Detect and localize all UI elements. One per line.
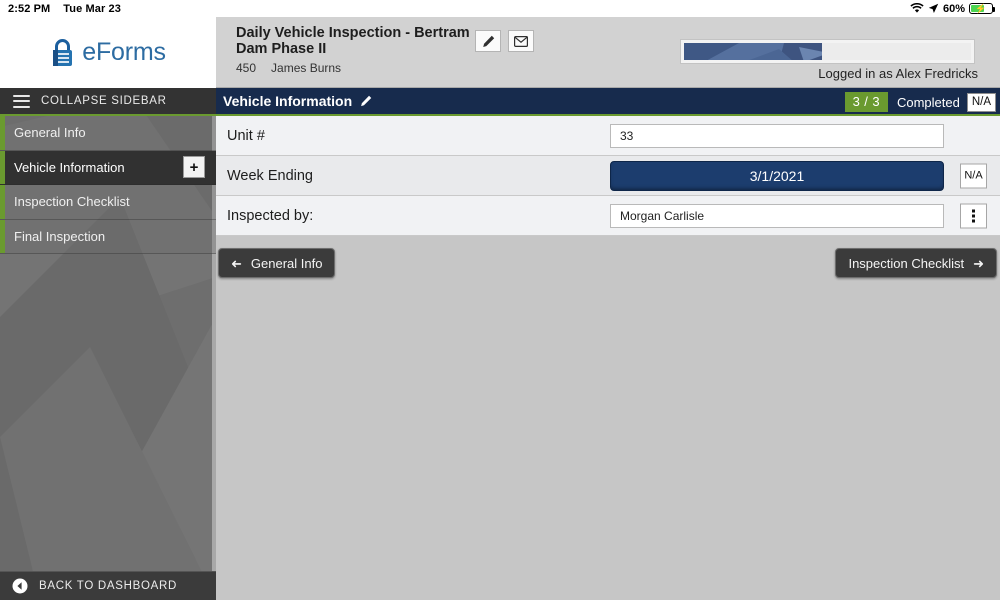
collapse-sidebar-button[interactable]: COLLAPSE SIDEBAR [0, 88, 216, 116]
field-label: Week Ending [227, 167, 313, 184]
sidebar: eForms COLLAPSE SIDEBAR General Info Veh… [0, 17, 216, 600]
week-ending-na-button[interactable]: N/A [960, 163, 987, 188]
field-label: Unit # [227, 127, 265, 144]
sidebar-item-inspection-checklist[interactable]: Inspection Checklist [0, 185, 216, 220]
wifi-icon [910, 2, 924, 14]
hamburger-icon [13, 94, 30, 108]
document-owner: James Burns [271, 61, 342, 75]
progress-fill-texture [684, 43, 822, 60]
inspected-by-input[interactable]: Morgan Carlisle [610, 203, 944, 228]
document-subtitle: 450 James Burns [236, 61, 341, 75]
sidebar-item-label: Vehicle Information [14, 159, 125, 175]
document-progress-bar [680, 39, 975, 64]
previous-section-button[interactable]: ➜ General Info [218, 248, 336, 278]
back-to-dashboard-label: BACK TO DASHBOARD [39, 580, 178, 592]
collapse-sidebar-label: COLLAPSE SIDEBAR [41, 95, 167, 107]
sidebar-item-label: Final Inspection [14, 228, 106, 244]
main-content: Daily Vehicle Inspection - Bertram Dam P… [216, 17, 1000, 600]
arrow-left-icon: ➜ [231, 255, 242, 271]
sidebar-item-final-inspection[interactable]: Final Inspection [0, 219, 216, 254]
section-header: Vehicle Information 3 / 3 Completed N/A [216, 88, 1000, 116]
sidebar-nav: General Info Vehicle Information + Inspe… [0, 116, 216, 254]
page-title: Daily Vehicle Inspection - Bertram Dam P… [236, 25, 470, 57]
edit-document-button[interactable] [475, 30, 501, 52]
next-section-button[interactable]: Inspection Checklist ➜ [835, 248, 997, 278]
email-document-button[interactable] [508, 30, 534, 52]
location-arrow-icon [928, 3, 939, 14]
document-header: Daily Vehicle Inspection - Bertram Dam P… [216, 17, 1000, 88]
sidebar-item-general-info[interactable]: General Info [0, 116, 216, 151]
battery-percent: 60% [942, 2, 965, 15]
form-row-unit-number: Unit # 33 [216, 116, 1000, 156]
pencil-icon [482, 35, 494, 47]
back-to-dashboard-button[interactable]: BACK TO DASHBOARD [0, 571, 216, 600]
section-title: Vehicle Information [223, 93, 353, 109]
progress-track [684, 43, 971, 60]
sidebar-item-vehicle-information[interactable]: Vehicle Information + [0, 150, 216, 185]
status-bar-left: 2:52 PM Tue Mar 23 [8, 0, 121, 17]
sidebar-item-label: General Info [14, 125, 86, 141]
back-circle-arrow-icon [12, 578, 28, 594]
pencil-icon[interactable] [360, 95, 372, 107]
next-section-label: Inspection Checklist [848, 255, 965, 271]
section-navigation: ➜ General Info Inspection Checklist ➜ [216, 236, 1000, 290]
document-number: 450 [236, 61, 257, 75]
progress-fill [684, 43, 822, 60]
form-row-inspected-by: Inspected by: Morgan Carlisle [216, 196, 1000, 236]
status-date: Tue Mar 23 [63, 2, 121, 15]
app-root: 2:52 PM Tue Mar 23 60% ⚡ eForms COLLAPSE… [0, 0, 1000, 600]
field-label: Inspected by: [227, 207, 314, 224]
ios-status-bar: 2:52 PM Tue Mar 23 60% ⚡ [0, 0, 1000, 17]
inspected-by-menu-button[interactable] [960, 203, 987, 228]
previous-section-label: General Info [250, 255, 323, 271]
battery-charging-icon: ⚡ [969, 3, 995, 14]
lock-icon [53, 38, 73, 66]
week-ending-date-button[interactable]: 3/1/2021 [610, 160, 944, 191]
envelope-icon [514, 35, 528, 47]
status-bar-right: 60% ⚡ [910, 0, 995, 17]
more-options-icon [972, 209, 975, 222]
section-status-text: Completed [896, 94, 960, 110]
status-time: 2:52 PM [8, 2, 51, 15]
sidebar-item-label: Inspection Checklist [14, 194, 130, 210]
unit-number-input[interactable]: 33 [610, 123, 944, 148]
section-header-status: 3 / 3 Completed N/A [844, 88, 1000, 116]
arrow-right-icon: ➜ [973, 255, 984, 271]
brand-name: eForms [82, 38, 166, 66]
logged-in-user: Logged in as Alex Fredricks [818, 66, 978, 81]
add-section-button[interactable]: + [183, 156, 205, 179]
section-count-badge: 3 / 3 [844, 92, 888, 112]
section-na-button[interactable]: N/A [966, 92, 996, 112]
app-logo: eForms [0, 17, 216, 88]
form-row-week-ending: Week Ending 3/1/2021 N/A [216, 156, 1000, 196]
